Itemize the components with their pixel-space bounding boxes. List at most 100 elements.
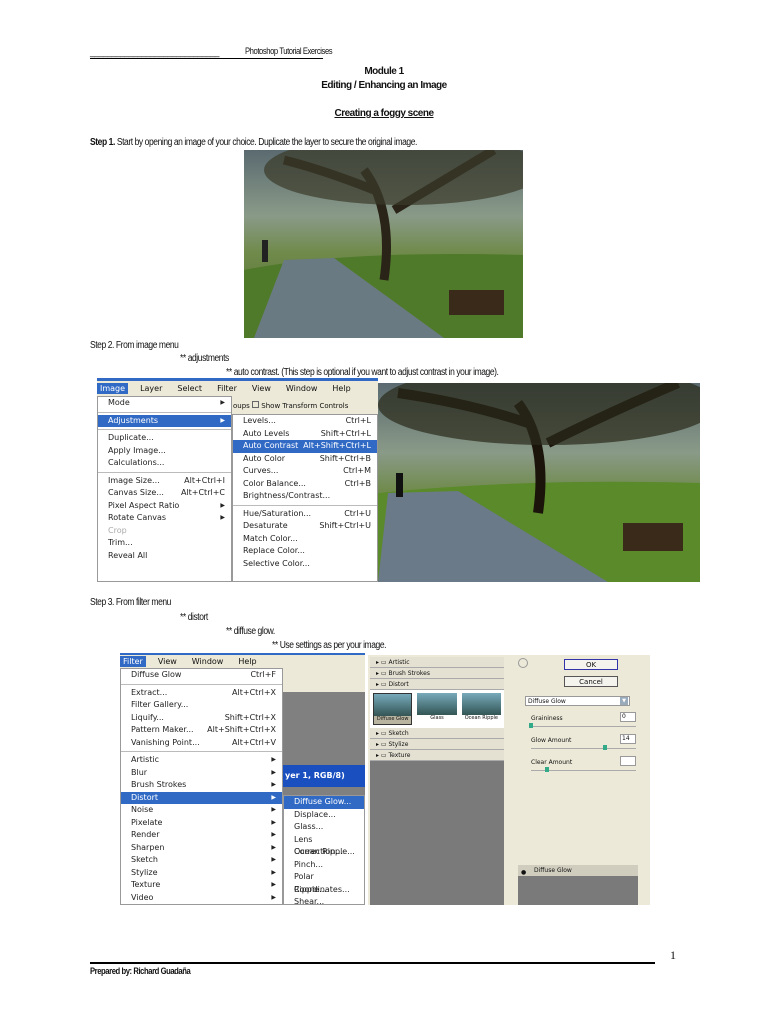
menu-view[interactable]: View <box>155 656 180 667</box>
menu-item[interactable]: Pattern Maker... Alt+Shift+Ctrl+X <box>121 724 282 737</box>
checkbox[interactable] <box>252 401 260 408</box>
param-input[interactable] <box>620 756 636 766</box>
param-input[interactable]: 14 <box>620 734 636 744</box>
filter-thumbnail[interactable]: Glass <box>417 693 457 725</box>
menu-help[interactable]: Help <box>329 383 353 394</box>
distort-submenu: Diffuse Glow... Displace... Glass... Lens C… <box>283 795 365 905</box>
menu-item[interactable]: Crop <box>98 525 231 538</box>
menu-help[interactable]: Help <box>235 656 259 667</box>
menu-item[interactable]: Ripple... <box>284 884 364 897</box>
menu-item[interactable]: Displace... <box>284 809 364 822</box>
menu-item[interactable]: Brightness/Contrast... <box>233 490 377 503</box>
cancel-button[interactable]: Cancel <box>564 676 618 687</box>
menu-item[interactable]: Lens Correction... <box>284 834 364 857</box>
menu-item[interactable]: Liquify... Shift+Ctrl+X <box>121 712 282 725</box>
menu-item[interactable]: Blur ▶ <box>121 767 282 780</box>
menu-item[interactable]: Filter Gallery... <box>121 699 282 712</box>
menu-item[interactable]: Pixelate ▶ <box>121 817 282 830</box>
param-input[interactable]: 0 <box>620 712 636 722</box>
submenu-arrow-icon: ▶ <box>271 756 276 763</box>
menu-item[interactable]: Vanishing Point... Alt+Ctrl+V <box>121 737 282 750</box>
menu-item[interactable]: Shear... <box>284 896 364 904</box>
submenu-arrow-icon: ▶ <box>271 818 276 826</box>
filter-thumbnail[interactable]: Ocean Ripple <box>461 693 502 725</box>
menu-item[interactable]: Selective Color... <box>233 558 377 571</box>
ok-button[interactable]: OK <box>564 659 618 670</box>
menu-item[interactable]: Desaturate Shift+Ctrl+U <box>233 520 377 533</box>
eye-icon[interactable]: ● <box>521 867 526 878</box>
menu-item[interactable]: Polar Coordinates... <box>284 871 364 894</box>
filter-select[interactable]: Diffuse Glow ▼ <box>525 696 630 706</box>
menu-item[interactable]: Brush Strokes ▶ <box>121 779 282 792</box>
menu-item[interactable]: Ocean Ripple... <box>284 846 364 859</box>
menu-item[interactable]: Auto Levels Shift+Ctrl+L <box>233 428 377 441</box>
menu-item-label: Blur <box>131 767 148 777</box>
menu-window[interactable]: Window <box>283 383 321 394</box>
menu-item[interactable]: Auto Contrast Alt+Shift+Ctrl+L <box>233 440 377 453</box>
slider-handle[interactable] <box>529 723 533 728</box>
menu-item[interactable]: Glass... <box>284 821 364 834</box>
menu-item[interactable]: Pixel Aspect Ratio ▶ <box>98 500 231 513</box>
menu-item-label: Sketch <box>131 855 158 864</box>
slider-handle[interactable] <box>602 745 607 750</box>
menu-item[interactable]: Rotate Canvas ▶ <box>98 512 231 525</box>
menu-layer[interactable]: Layer <box>137 383 165 394</box>
menu-window[interactable]: Window <box>189 656 227 667</box>
menu-item[interactable]: Render ▶ <box>121 829 282 842</box>
menu-item[interactable]: Pinch... <box>284 859 364 872</box>
filter-folder[interactable]: ▸ ▭ Texture <box>370 750 504 761</box>
menu-item[interactable]: Color Balance... Ctrl+B <box>233 478 377 491</box>
menu-item[interactable]: Reveal All <box>98 550 231 563</box>
menu-item[interactable]: Trim... <box>98 537 231 550</box>
menu-filter[interactable]: Filter <box>214 383 240 394</box>
menu-item[interactable]: Noise ▶ <box>121 804 282 817</box>
filter-folder[interactable]: ▸ ▭ Distort <box>370 679 504 690</box>
menu-item[interactable]: Replace Color... <box>233 545 377 558</box>
filter-thumbnail[interactable]: Diffuse Glow <box>373 693 413 725</box>
menu-item[interactable]: Extract... Alt+Ctrl+X <box>121 687 282 700</box>
menu-shortcut: Alt+Ctrl+C <box>180 488 225 497</box>
menu-item[interactable]: Calculations... <box>98 457 231 470</box>
menu-item[interactable]: Adjustments ▶ <box>98 414 231 427</box>
menu-image[interactable]: Image <box>97 383 129 394</box>
filter-folder[interactable]: ▸ ▭ Stylize <box>370 739 504 750</box>
menu-item[interactable]: Mode ▶ <box>98 397 231 410</box>
menu-item-label: Levels... <box>243 416 276 425</box>
effect-layer[interactable]: Diffuse Glow ● <box>518 865 638 876</box>
menu-item[interactable]: Image Size... Alt+Ctrl+I <box>98 475 231 488</box>
filter-folder[interactable]: ▸ ▭ Brush Strokes <box>370 668 504 679</box>
menu-item[interactable]: Hue/Saturation... Ctrl+U <box>233 508 377 521</box>
menu-item[interactable]: Canvas Size... Alt+Ctrl+C <box>98 487 231 500</box>
menubar[interactable]: Filter View Window Help <box>120 653 365 668</box>
slider-handle[interactable] <box>544 767 549 772</box>
menu-item[interactable]: Diffuse Glow... <box>284 796 364 809</box>
param-slider[interactable] <box>531 748 636 749</box>
menu-item-label: Glass... <box>294 822 324 831</box>
menu-item[interactable]: Diffuse Glow Ctrl+F <box>121 669 282 682</box>
submenu-arrow-icon: ▶ <box>271 881 276 888</box>
zoom-icon[interactable] <box>518 658 528 668</box>
menu-filter[interactable]: Filter <box>120 656 146 667</box>
menu-item[interactable]: Distort ▶ <box>121 791 282 804</box>
menu-item[interactable]: Duplicate... <box>98 432 231 445</box>
menu-item[interactable]: Sketch ▶ <box>121 854 282 867</box>
menu-item[interactable]: Video ▶ <box>121 892 282 905</box>
menu-item[interactable]: Curves... Ctrl+M <box>233 465 377 478</box>
param-slider[interactable] <box>531 726 636 727</box>
menu-view[interactable]: View <box>249 383 274 394</box>
menu-item-label: Image Size... <box>108 475 160 485</box>
menu-item[interactable]: Levels... Ctrl+L <box>233 415 377 428</box>
menu-item[interactable]: Auto Color Shift+Ctrl+B <box>233 453 377 466</box>
subtitle: Editing / Enhancing an Image <box>321 80 447 91</box>
filter-folder[interactable]: ▸ ▭ Sketch <box>370 728 504 739</box>
menu-item[interactable]: Stylize ▶ <box>121 867 282 880</box>
menu-item[interactable]: Sharpen ▶ <box>121 842 282 855</box>
menu-item[interactable]: Texture ▶ <box>121 879 282 892</box>
menu-select[interactable]: Select <box>174 383 205 394</box>
menu-item-label: Noise <box>131 805 154 814</box>
menubar[interactable]: Image Layer Select Filter View Window Help <box>97 381 378 396</box>
filter-folder[interactable]: ▸ ▭ Artistic <box>370 657 504 668</box>
menu-item[interactable]: Artistic ▶ <box>121 754 282 767</box>
menu-item[interactable]: Match Color... <box>233 533 377 546</box>
menu-item[interactable]: Apply Image... <box>98 445 231 458</box>
